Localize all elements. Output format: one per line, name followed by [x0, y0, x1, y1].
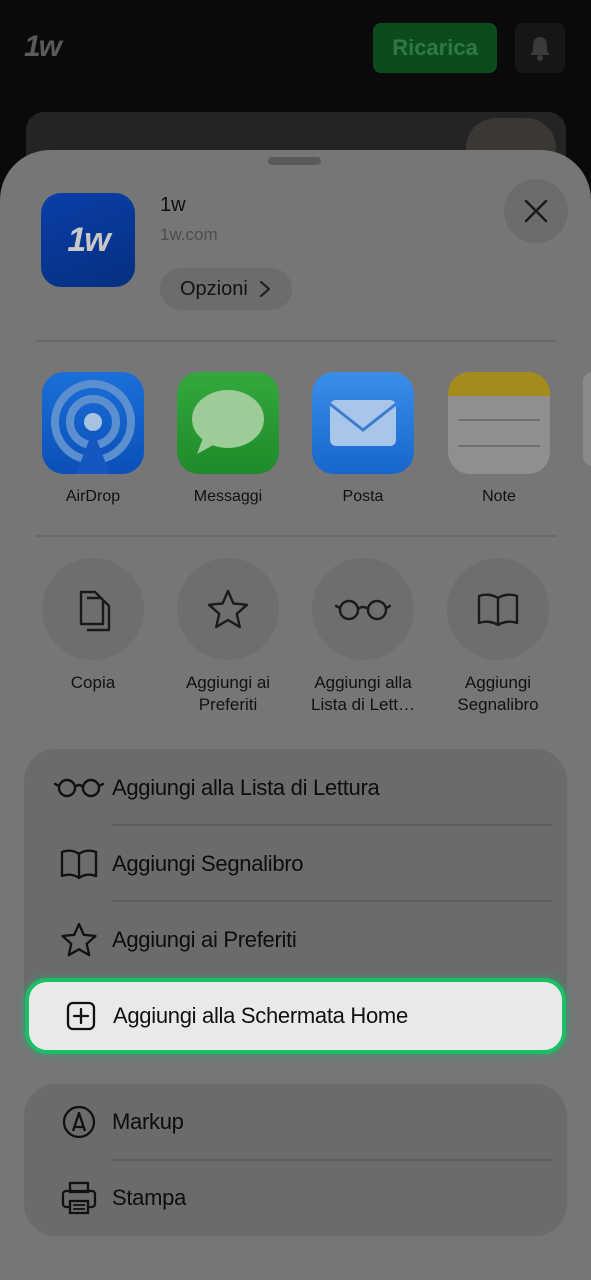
- divider: [36, 535, 556, 537]
- book-icon: [447, 558, 549, 660]
- action-label: Aggiungi Segnalibro: [457, 673, 539, 714]
- notes-icon: [448, 372, 550, 474]
- menu-group-secondary: Markup Stampa: [24, 1084, 567, 1236]
- options-label: Opzioni: [180, 277, 248, 300]
- action-add-favorites[interactable]: Aggiungi ai Preferiti: [168, 558, 288, 716]
- divider: [36, 340, 556, 342]
- add-square-icon: [61, 996, 101, 1036]
- more-apps-peek[interactable]: [583, 372, 591, 466]
- star-icon: [177, 558, 279, 660]
- menu-add-to-home-screen[interactable]: Aggiungi alla Schermata Home: [25, 978, 566, 1054]
- markup-icon: [54, 1102, 104, 1142]
- action-add-reading-list[interactable]: Aggiungi alla Lista di Lett…: [303, 558, 423, 716]
- site-name: 1w: [160, 194, 186, 216]
- star-icon: [54, 920, 104, 960]
- action-label: Aggiungi alla Lista di Lett…: [311, 673, 415, 714]
- menu-add-favorites[interactable]: Aggiungi ai Preferiti: [24, 902, 567, 978]
- book-icon: [54, 844, 104, 884]
- bell-icon[interactable]: [515, 23, 565, 73]
- glasses-icon: [312, 558, 414, 660]
- menu-markup[interactable]: Markup: [24, 1084, 567, 1160]
- glasses-icon: [54, 768, 104, 808]
- menu-add-reading-list[interactable]: Aggiungi alla Lista di Lettura: [24, 750, 567, 826]
- options-button[interactable]: Opzioni: [160, 268, 292, 310]
- share-app-label: AirDrop: [65, 488, 121, 505]
- share-app-label: Posta: [342, 488, 384, 505]
- close-button[interactable]: [504, 179, 568, 243]
- chevron-right-icon: [259, 280, 270, 298]
- action-label: Aggiungi ai Preferiti: [185, 673, 271, 714]
- close-icon: [524, 199, 548, 223]
- action-label: Copia: [70, 673, 116, 692]
- share-app-mail[interactable]: Posta: [311, 372, 415, 506]
- recharge-button[interactable]: Ricarica: [373, 23, 497, 73]
- menu-item-label: Aggiungi ai Preferiti: [112, 927, 297, 952]
- copy-icon: [42, 558, 144, 660]
- share-app-label: Messaggi: [193, 488, 263, 505]
- messages-icon: [177, 372, 279, 474]
- action-copy[interactable]: Copia: [33, 558, 153, 694]
- site-url: 1w.com: [160, 225, 218, 244]
- menu-item-label: Aggiungi Segnalibro: [112, 851, 304, 876]
- share-app-messages[interactable]: Messaggi: [176, 372, 280, 506]
- sheet-grabber[interactable]: [268, 157, 321, 165]
- menu-item-label: Aggiungi alla Schermata Home: [113, 1003, 408, 1028]
- airdrop-icon: [42, 372, 144, 474]
- mail-icon: [312, 372, 414, 474]
- action-add-bookmark[interactable]: Aggiungi Segnalibro: [438, 558, 558, 716]
- menu-item-label: Aggiungi alla Lista di Lettura: [112, 775, 380, 800]
- share-app-airdrop[interactable]: AirDrop: [41, 372, 145, 506]
- menu-item-label: Stampa: [112, 1185, 187, 1210]
- share-app-label: Note: [482, 488, 516, 505]
- menu-add-bookmark[interactable]: Aggiungi Segnalibro: [24, 826, 567, 902]
- site-icon: 1w: [41, 193, 135, 287]
- menu-print[interactable]: Stampa: [24, 1160, 567, 1236]
- print-icon: [54, 1178, 104, 1218]
- background-logo: 1w: [24, 30, 62, 63]
- menu-item-label: Markup: [112, 1109, 184, 1134]
- share-app-notes[interactable]: Note: [447, 372, 551, 506]
